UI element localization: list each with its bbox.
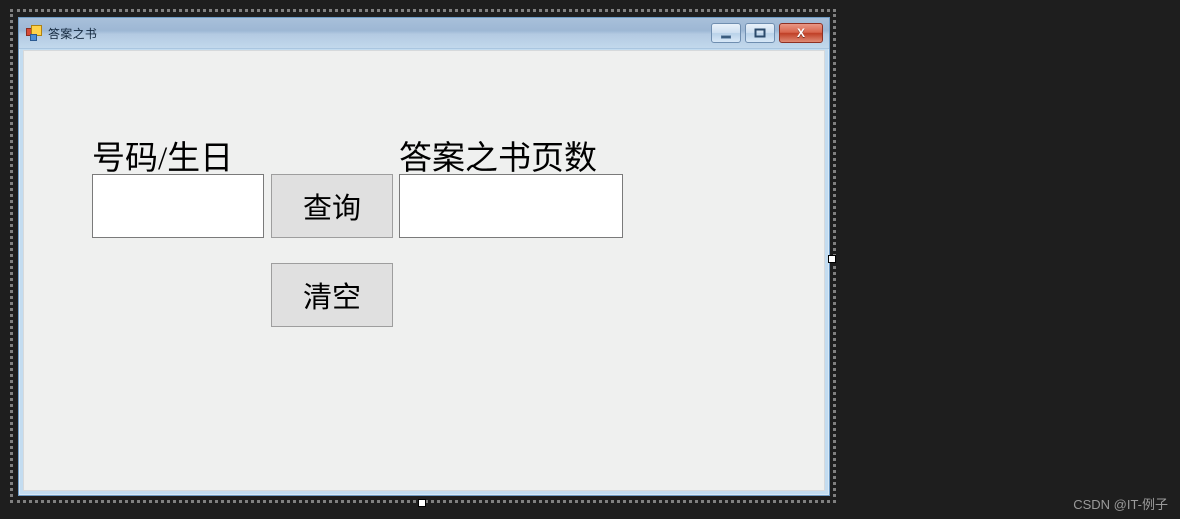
form-client-area: 号码/生日 答案之书页数 查询 清空	[23, 50, 825, 491]
window-title-text: 答案之书	[48, 26, 98, 41]
window-controls-group: X	[711, 23, 823, 43]
resize-handle-right[interactable]	[828, 255, 836, 263]
resize-handle-bottom[interactable]	[418, 499, 426, 507]
window-title-bar[interactable]: 答案之书 X	[19, 18, 829, 49]
clear-button[interactable]: 清空	[271, 263, 393, 327]
maximize-button[interactable]	[745, 23, 775, 43]
input-answer-page[interactable]	[399, 174, 623, 238]
input-number-birthday[interactable]	[92, 174, 264, 238]
close-icon: X	[796, 26, 806, 40]
close-button[interactable]: X	[779, 23, 823, 43]
label-number-birthday: 号码/生日	[92, 141, 234, 177]
application-window: 答案之书 X 号码/生日 答案之书页数 查询 清空	[18, 17, 830, 496]
query-button[interactable]: 查询	[271, 174, 393, 238]
label-answer-page: 答案之书页数	[399, 141, 597, 177]
winforms-app-icon	[26, 25, 42, 41]
designer-canvas: 答案之书 X 号码/生日 答案之书页数 查询 清空 CSDN @IT-例子	[0, 0, 1180, 519]
watermark-text: CSDN @IT-例子	[1073, 497, 1168, 512]
minimize-button[interactable]	[711, 23, 741, 43]
minimize-icon	[721, 35, 731, 39]
icon-square-blue	[30, 34, 37, 41]
maximize-icon	[754, 28, 766, 38]
